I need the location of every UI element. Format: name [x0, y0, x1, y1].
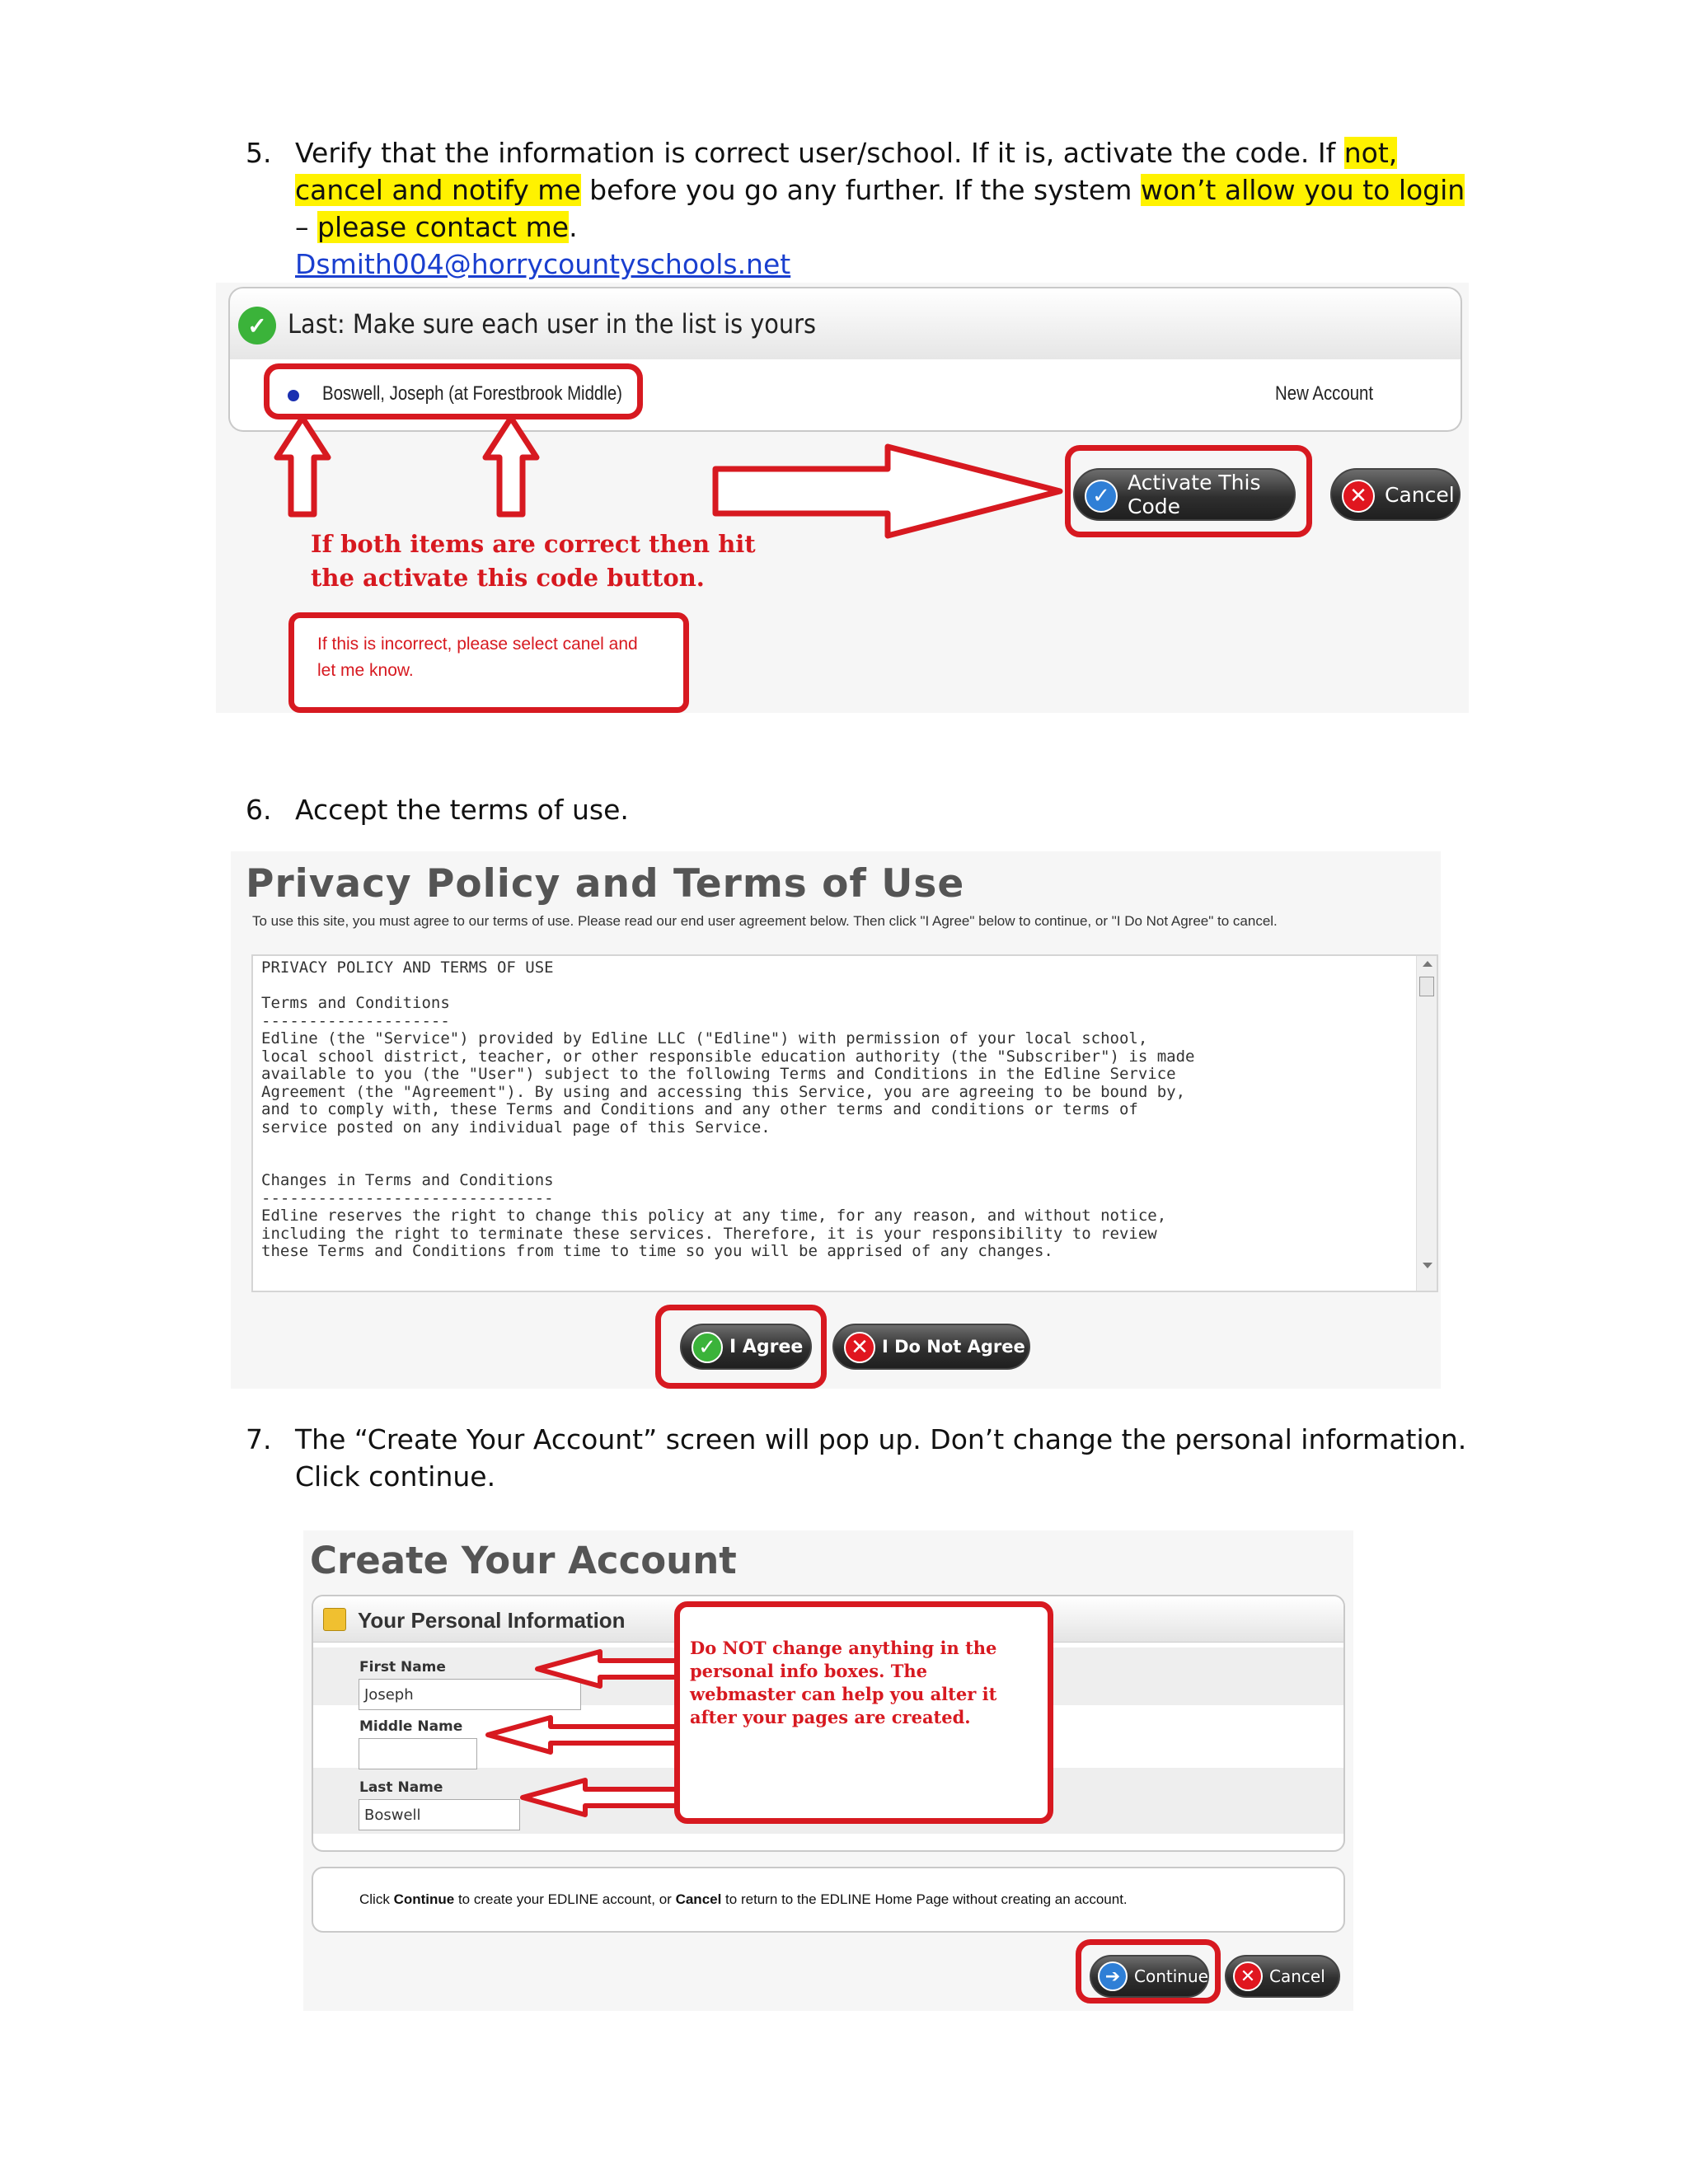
continue-instructions: Click Continue to create your EDLINE acc…: [359, 1891, 1128, 1907]
middle-name-label: Middle Name: [359, 1718, 463, 1735]
create-account-title: Create Your Account: [310, 1539, 737, 1582]
up-arrow-icon: [482, 415, 540, 518]
cancel-button[interactable]: ✕ Cancel: [1225, 1955, 1340, 1998]
last-name-label: Last Name: [359, 1779, 443, 1796]
terms-textarea[interactable]: PRIVACY POLICY AND TERMS OF USE Terms an…: [251, 954, 1438, 1292]
highlight: please contact me: [317, 211, 570, 243]
step-7: 7. The “Create Your Account” screen will…: [246, 1421, 1482, 1499]
left-arrow-icon: [485, 1715, 700, 1755]
last-name-field[interactable]: Boswell: [359, 1799, 520, 1830]
step-number: 6.: [246, 794, 272, 826]
confirm-header-title: Last: Make sure each user in the list is…: [288, 308, 816, 340]
activate-highlight-box: [1065, 445, 1312, 537]
panel-title: Your Personal Information: [358, 1608, 626, 1633]
up-arrow-icon: [274, 415, 331, 518]
user-highlight-box: [264, 363, 643, 419]
create-account-screenshot: Create Your Account Your Personal Inform…: [303, 1530, 1353, 2011]
step-number: 7.: [246, 1423, 272, 1455]
id-card-icon: [323, 1608, 346, 1631]
step-number: 5.: [246, 137, 272, 169]
account-status: New Account: [1275, 382, 1374, 405]
terms-title: Privacy Policy and Terms of Use: [246, 861, 965, 907]
email-link[interactable]: Dsmith004@horrycountyschools.net: [295, 248, 790, 280]
confirm-header: ✓ Last: Make sure each user in the list …: [228, 287, 1462, 361]
step-text: Verify that the information is correct u…: [295, 137, 1465, 280]
terms-screenshot: Privacy Policy and Terms of Use To use t…: [231, 851, 1441, 1389]
instructions-panel: Click Continue to create your EDLINE acc…: [312, 1867, 1345, 1933]
middle-name-field[interactable]: [359, 1738, 477, 1769]
incorrect-note-box: If this is incorrect, please select cane…: [288, 612, 689, 713]
right-arrow-icon: [712, 443, 1063, 539]
terms-intro: To use this site, you must agree to our …: [252, 913, 1278, 929]
cancel-button[interactable]: ✕ Cancel: [1330, 468, 1461, 521]
scroll-up-icon: [1423, 961, 1432, 967]
close-icon: ✕: [1233, 1961, 1263, 1991]
close-icon: ✕: [1342, 480, 1375, 513]
check-icon: ✓: [238, 307, 276, 344]
terms-scrollbar[interactable]: [1416, 956, 1437, 1291]
do-not-change-note: Do NOT change anything in the personal i…: [674, 1601, 1053, 1824]
scroll-thumb[interactable]: [1419, 977, 1434, 996]
left-arrow-icon: [520, 1778, 700, 1817]
activate-code-screenshot: ✓ Last: Make sure each user in the list …: [216, 283, 1469, 713]
first-name-label: First Name: [359, 1659, 446, 1675]
instruction-note: If both items are correct then hit the a…: [311, 530, 756, 592]
highlight: won’t allow you to login: [1140, 174, 1465, 206]
step-text: The “Create Your Account” screen will po…: [295, 1423, 1467, 1493]
disagree-button[interactable]: ✕ I Do Not Agree: [832, 1324, 1030, 1370]
continue-highlight-box: [1076, 1939, 1221, 2004]
agree-highlight-box: [655, 1305, 827, 1389]
step-text: Accept the terms of use.: [295, 794, 629, 826]
close-icon: ✕: [844, 1332, 875, 1363]
scroll-down-icon: [1423, 1263, 1432, 1268]
